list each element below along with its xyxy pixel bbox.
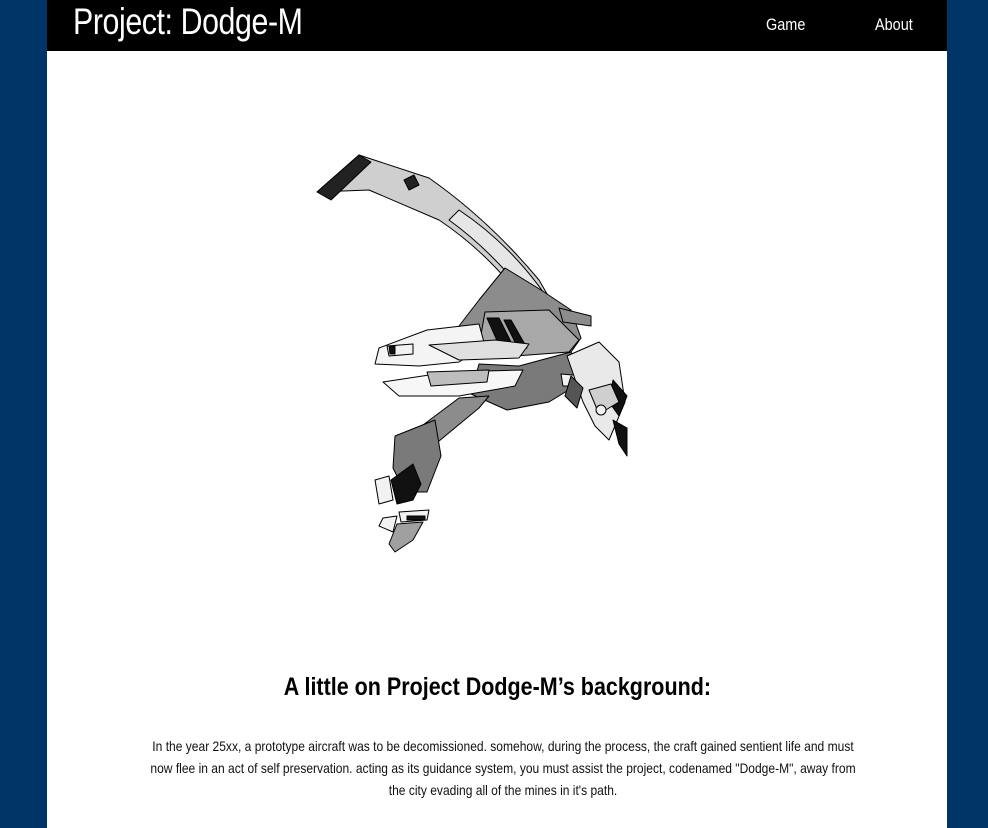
nav-link-game[interactable]: Game [766,14,805,36]
header-bar: Project: Dodge-M Game About [47,0,947,51]
background-paragraph: In the year 25xx, a prototype aircraft w… [93,735,913,801]
background-heading-text: A little on Project Dodge-M’s background… [283,673,711,701]
nav-link-about[interactable]: About [875,14,913,36]
background-heading: A little on Project Dodge-M’s background… [47,668,947,706]
page-container: Project: Dodge-M Game About A little on … [47,0,947,828]
aircraft-illustration [316,154,628,553]
site-title: Project: Dodge-M [73,1,303,42]
background-paragraph-text: In the year 25xx, a prototype aircraft w… [150,738,856,798]
